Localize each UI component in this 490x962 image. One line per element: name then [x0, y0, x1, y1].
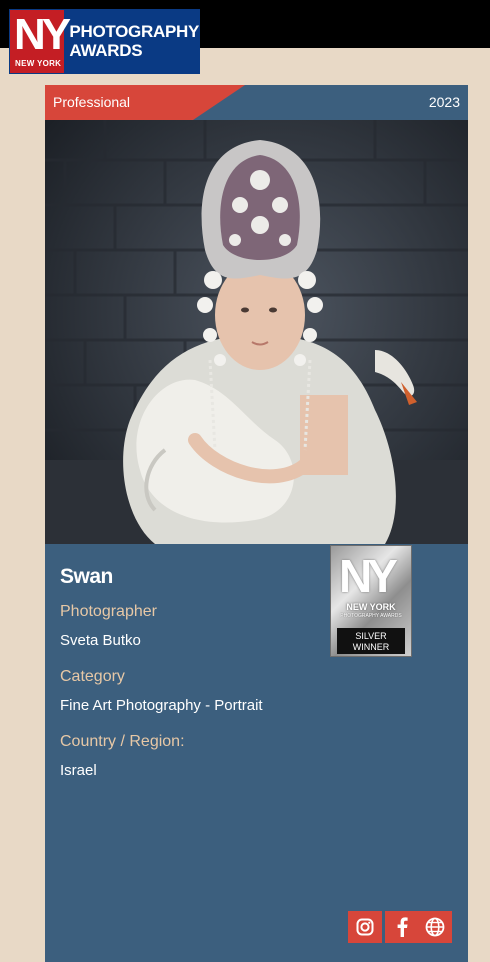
award-card: Professional 2023 NY NEW YORK PHOTOGRAPH…	[45, 85, 468, 962]
winning-photo[interactable]	[45, 120, 468, 544]
silver-winner-badge: NY NEW YORK PHOTOGRAPHY AWARDS SILVER WI…	[330, 545, 412, 657]
logo-ny-letters: NY	[14, 10, 71, 59]
logo-ny-mark: NY NEW YORK	[10, 10, 71, 73]
photo-illustration	[45, 120, 468, 544]
logo-ny-subtitle: NEW YORK	[15, 59, 62, 68]
site-logo[interactable]: NY NEW YORK PHOTOGRAPHY AWARDS	[9, 9, 200, 74]
badge-subtitle: PHOTOGRAPHY AWARDS	[340, 613, 402, 619]
instagram-button[interactable]	[348, 911, 382, 943]
globe-icon	[425, 917, 445, 937]
category-value: Fine Art Photography - Portrait	[60, 697, 263, 714]
logo-line-2: AWARDS	[69, 41, 143, 60]
card-header: Professional 2023	[45, 85, 468, 120]
badge-award-line-1: SILVER	[355, 631, 387, 641]
facebook-button[interactable]	[385, 911, 419, 943]
category-label: Category	[60, 668, 125, 685]
badge-ny-letters: NY	[339, 550, 398, 602]
logo-line-1: PHOTOGRAPHY	[69, 22, 199, 41]
photographer-name[interactable]: Sveta Butko	[60, 632, 141, 649]
photographer-label: Photographer	[60, 603, 157, 620]
facebook-icon	[397, 917, 408, 937]
instagram-icon	[356, 918, 374, 936]
logo-wordmark: PHOTOGRAPHY AWARDS	[64, 10, 199, 73]
badge-award-level: SILVER WINNER	[337, 628, 405, 654]
award-year: 2023	[428, 94, 460, 110]
country-label: Country / Region:	[60, 733, 185, 750]
photo-title: Swan	[60, 565, 113, 588]
tier-label: Professional	[53, 94, 131, 110]
country-value: Israel	[60, 762, 97, 779]
website-button[interactable]	[418, 911, 452, 943]
badge-award-line-2: WINNER	[352, 642, 390, 652]
badge-name: NEW YORK	[346, 602, 396, 612]
